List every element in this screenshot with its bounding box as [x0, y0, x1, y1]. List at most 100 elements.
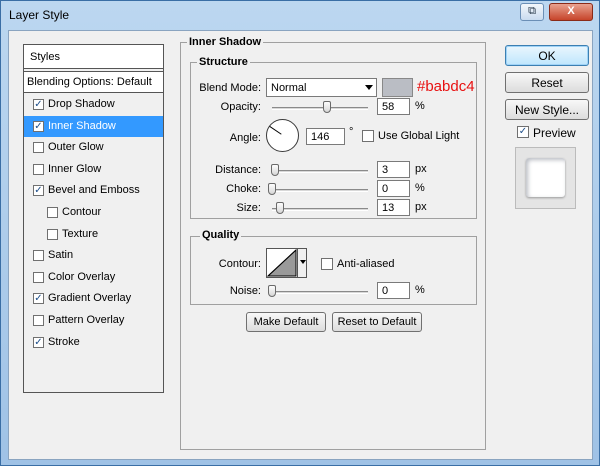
style-item-drop-shadow[interactable]: ✓ Drop Shadow [24, 94, 163, 115]
style-item-checkbox[interactable] [33, 250, 44, 262]
distance-slider-track[interactable] [272, 170, 368, 173]
style-item-contour[interactable]: Contour [24, 202, 163, 223]
distance-input[interactable]: 3 [377, 161, 410, 178]
shadow-color-swatch[interactable] [382, 78, 413, 97]
style-item-checkbox[interactable]: ✓ [33, 185, 44, 197]
style-item-label: Contour [62, 206, 102, 218]
blending-options-item[interactable]: Blending Options: Default [24, 71, 163, 93]
layer-style-window: Layer Style ⧉ X Styles Blending Options:… [0, 0, 600, 466]
style-item-label: Texture [62, 227, 99, 240]
noise-label: Noise: [229, 285, 261, 297]
style-item-label: Outer Glow [48, 141, 104, 154]
style-item-label: Pattern Overlay [48, 314, 125, 326]
style-item-checkbox[interactable] [33, 271, 44, 283]
angle-label: Angle: [229, 132, 261, 144]
noise-slider-track[interactable] [272, 291, 368, 294]
style-item-label: Inner Glow [48, 162, 102, 175]
style-item-stroke[interactable]: ✓ Stroke [24, 332, 163, 353]
style-item-inner-glow[interactable]: Inner Glow [24, 159, 163, 180]
style-item-outer-glow[interactable]: Outer Glow [24, 137, 163, 158]
choke-unit: % [415, 182, 425, 194]
size-slider-track[interactable] [272, 208, 368, 211]
style-preview-thumbnail [515, 147, 576, 209]
opacity-input[interactable]: 58 [377, 98, 410, 115]
angle-dial[interactable] [266, 119, 299, 152]
use-global-light-label: Use Global Light [378, 130, 460, 142]
style-item-checkbox[interactable] [47, 228, 58, 240]
anti-aliased-label: Anti-aliased [337, 258, 395, 270]
distance-unit: px [415, 163, 427, 175]
style-item-checkbox[interactable]: ✓ [33, 99, 44, 110]
ok-button[interactable]: OK [505, 45, 589, 66]
style-item-label: Color Overlay [48, 270, 116, 283]
chevron-down-icon [365, 85, 373, 90]
shadow-color-hex: #babdc4 [417, 78, 475, 95]
style-item-checkbox[interactable] [33, 163, 44, 175]
size-label: Size: [236, 202, 261, 214]
style-item-checkbox[interactable] [47, 207, 58, 218]
structure-title: Structure [197, 56, 250, 68]
size-input[interactable]: 13 [377, 199, 410, 216]
size-unit: px [415, 201, 427, 213]
preview-checkbox[interactable]: ✓ [517, 126, 529, 138]
contour-picker[interactable] [266, 248, 307, 278]
style-item-satin[interactable]: Satin [24, 245, 163, 266]
opacity-slider-thumb[interactable] [323, 101, 331, 113]
reset-button[interactable]: Reset [505, 72, 589, 93]
make-default-button[interactable]: Make Default [246, 312, 326, 332]
style-item-label: Bevel and Emboss [48, 184, 140, 197]
opacity-unit: % [415, 100, 425, 112]
style-item-color-overlay[interactable]: Color Overlay [24, 267, 163, 288]
contour-curve-icon [267, 249, 297, 277]
style-item-checkbox[interactable] [33, 315, 44, 326]
style-item-label: Drop Shadow [48, 98, 115, 110]
noise-input[interactable]: 0 [377, 282, 410, 299]
choke-slider-track[interactable] [272, 189, 368, 192]
contour-dropdown-button[interactable] [297, 249, 306, 277]
angle-dial-needle [269, 126, 282, 135]
distance-label: Distance: [215, 164, 261, 176]
style-item-pattern-overlay[interactable]: Pattern Overlay [24, 310, 163, 331]
style-item-checkbox[interactable]: ✓ [33, 293, 44, 305]
contour-label: Contour: [218, 258, 261, 270]
style-item-checkbox[interactable] [33, 142, 44, 154]
preview-label: Preview [533, 126, 576, 140]
title-bar[interactable]: Layer Style ⧉ X [1, 1, 599, 29]
styles-header[interactable]: Styles [24, 45, 163, 69]
style-item-label: Inner Shadow [48, 119, 116, 132]
style-item-texture[interactable]: Texture [24, 224, 163, 245]
style-item-bevel-and-emboss[interactable]: ✓ Bevel and Emboss [24, 180, 163, 201]
restore-icon: ⧉ [528, 5, 536, 17]
reset-to-default-button[interactable]: Reset to Default [332, 312, 422, 332]
opacity-slider-track[interactable] [272, 107, 368, 110]
size-slider-thumb[interactable] [276, 202, 284, 214]
blend-mode-dropdown[interactable]: Normal [266, 78, 377, 97]
choke-input[interactable]: 0 [377, 180, 410, 197]
preview-swatch [526, 158, 565, 197]
close-button[interactable]: X [549, 3, 593, 21]
noise-slider-thumb[interactable] [268, 285, 276, 297]
distance-slider-thumb[interactable] [271, 164, 279, 176]
check-icon: ✓ [518, 126, 528, 137]
anti-aliased-checkbox[interactable] [321, 258, 333, 270]
restore-button[interactable]: ⧉ [520, 3, 544, 21]
chevron-down-icon [300, 260, 306, 264]
new-style-button[interactable]: New Style... [505, 99, 589, 120]
use-global-light-checkbox[interactable] [362, 130, 374, 142]
style-item-label: Satin [48, 249, 74, 262]
style-item-inner-shadow[interactable]: ✓ Inner Shadow [24, 115, 163, 137]
choke-slider-thumb[interactable] [268, 183, 276, 195]
choke-label: Choke: [226, 183, 261, 195]
style-item-label: Stroke [48, 335, 80, 348]
inner-shadow-title: Inner Shadow [187, 36, 264, 48]
close-icon: X [567, 5, 575, 17]
style-item-checkbox[interactable]: ✓ [33, 336, 44, 348]
noise-unit: % [415, 284, 425, 296]
window-title: Layer Style [9, 8, 70, 22]
style-item-checkbox[interactable]: ✓ [33, 120, 44, 132]
angle-input[interactable]: 146 [306, 128, 345, 145]
quality-title: Quality [200, 229, 242, 241]
style-item-gradient-overlay[interactable]: ✓ Gradient Overlay [24, 288, 163, 309]
styles-list: Styles Blending Options: Default ✓ Drop S… [23, 44, 164, 393]
angle-unit: ° [349, 126, 354, 138]
